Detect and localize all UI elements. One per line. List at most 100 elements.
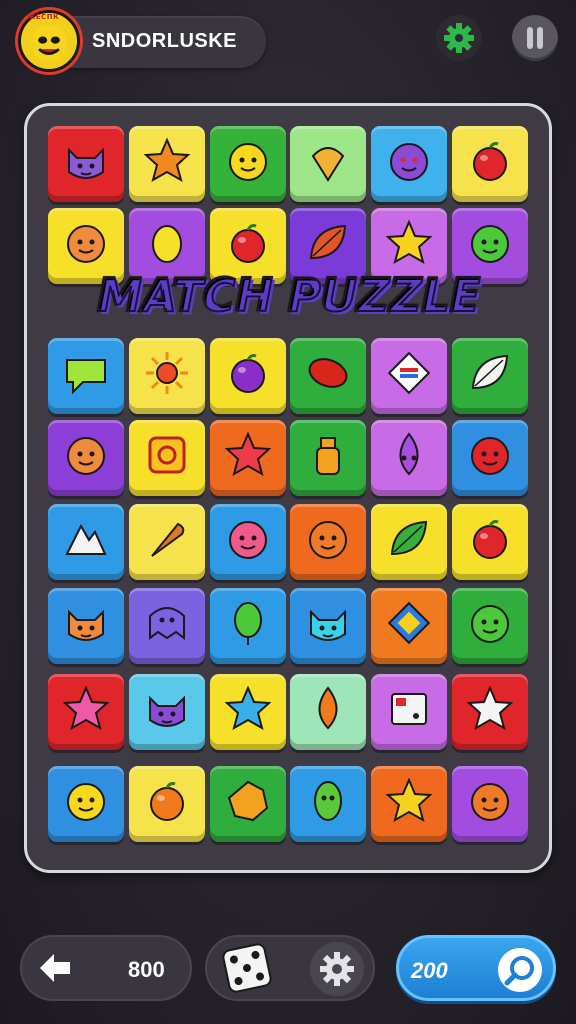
hint-button[interactable] [494,944,546,996]
tile-green-leaf[interactable] [371,504,447,580]
tile-green-face[interactable] [452,588,528,664]
blue-diamond-icon [387,601,431,645]
tile-cat-face[interactable] [48,126,124,202]
tile-lemon-face[interactable] [210,126,286,202]
moves-value: 200 [411,958,448,983]
pause-button[interactable] [512,15,558,61]
ghost-icon [149,607,185,640]
tile-purple-mask[interactable] [371,126,447,202]
pink-star-icon [62,685,110,731]
white-star-icon [466,685,514,731]
options-button[interactable] [310,942,364,996]
score-value: 800 [128,957,165,982]
leaf-icon [309,224,347,260]
tile-pink-face[interactable] [210,504,286,580]
dice-icon [222,943,272,993]
tile-yellow-star[interactable] [371,766,447,842]
arrow-left-icon [40,954,70,982]
tile-orange-fruit[interactable] [129,766,205,842]
gear-icon [320,952,354,986]
tile-card[interactable] [371,674,447,750]
tile-pink-star[interactable] [48,674,124,750]
tile-tomato[interactable] [452,126,528,202]
tile-orange-star[interactable] [129,126,205,202]
green-balloon-icon [234,602,262,645]
tomato-icon [473,142,507,181]
tile-fox-face[interactable] [48,588,124,664]
tile-red-star[interactable] [210,420,286,496]
tile-honey-jar[interactable] [290,420,366,496]
tile-lemon-face[interactable] [48,766,124,842]
tile-green-bean[interactable] [290,766,366,842]
gear-icon [444,23,474,53]
tile-orange-drop[interactable] [290,674,366,750]
tile-purple-cat[interactable] [129,674,205,750]
green-bean-icon [314,781,342,821]
orange-face-icon [309,521,347,559]
tile-blue-star[interactable] [210,674,286,750]
tile-orange-face[interactable] [290,504,366,580]
red-star-icon [224,431,272,477]
bottom-bar: 800 200 [0,925,576,1015]
tile-yellow-block[interactable] [129,420,205,496]
tile-red-bean[interactable] [290,338,366,414]
bear-face-icon [67,225,105,263]
tile-cyan-cat[interactable] [290,588,366,664]
shell-icon [311,147,345,182]
purple-cat-icon [149,695,185,727]
red-bean-icon [308,358,348,388]
dice-button[interactable] [218,939,276,997]
yellow-star-icon [385,219,433,265]
tile-bear-face[interactable] [48,420,124,496]
cat-face-icon [68,147,104,179]
avatar-face-icon [30,24,68,61]
tile-plum[interactable] [210,338,286,414]
cyan-cat-icon [310,609,346,641]
green-leaf-icon [390,520,428,556]
lemon-face-icon [67,783,105,821]
orange-star-icon [143,137,191,183]
leaf-star-icon [227,780,269,822]
tile-white-leaf[interactable] [452,338,528,414]
top-bar: ЖЁСПК SNDORLUSKE [0,0,576,90]
sun-icon [146,352,188,394]
tile-shell[interactable] [290,126,366,202]
drop-face-icon [399,432,419,476]
orange-face-icon [471,783,509,821]
honey-jar-icon [316,437,340,475]
tile-drop-face[interactable] [371,420,447,496]
tile-carrot[interactable] [129,504,205,580]
cherry-icon [473,520,507,559]
white-shape-icon [65,523,107,555]
tile-white-star[interactable] [452,674,528,750]
pause-icon [527,27,543,49]
orange-drop-icon [318,686,338,730]
tile-cherry[interactable] [452,504,528,580]
card-icon [391,693,427,725]
bear-face-icon [67,437,105,475]
back-button[interactable] [30,943,80,993]
blue-star-icon [224,685,272,731]
purple-mask-icon [390,143,428,181]
tile-leaf-star[interactable] [210,766,286,842]
player-name: SNDORLUSKE [92,30,238,52]
tile-ghost[interactable] [129,588,205,664]
green-face-icon [471,225,509,263]
plum-icon [231,354,265,393]
tile-orange-face[interactable] [452,766,528,842]
tile-white-shape[interactable] [48,504,124,580]
tile-tomato-face[interactable] [452,420,528,496]
lemon-face-icon [229,143,267,181]
tile-blue-diamond[interactable] [371,588,447,664]
avatar-label: ЖЁСПК [26,13,60,21]
apple-icon [231,224,265,263]
carrot-icon [151,522,185,557]
orange-fruit-icon [150,782,184,821]
tile-flag-diamond[interactable] [371,338,447,414]
yellow-star-icon [385,777,433,823]
tile-speech-bubble[interactable] [48,338,124,414]
lemon-icon [152,225,182,263]
tile-green-balloon[interactable] [210,588,286,664]
tile-sun[interactable] [129,338,205,414]
settings-button[interactable] [436,15,482,61]
